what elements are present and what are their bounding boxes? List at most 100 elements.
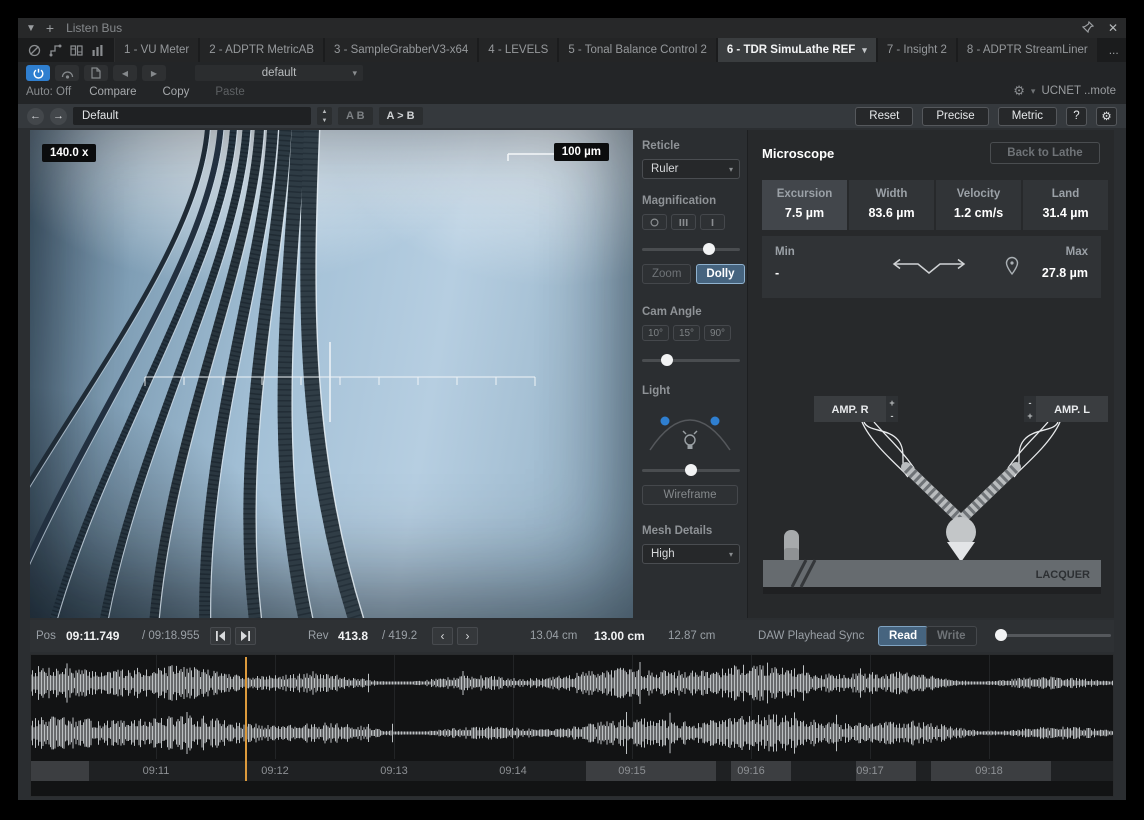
wireframe-button[interactable]: Wireframe (642, 485, 738, 505)
skip-to-end-button[interactable] (235, 627, 256, 645)
routing-icon[interactable] (49, 44, 62, 57)
bypass-all-icon[interactable] (28, 44, 41, 57)
amp-r-label: AMP. R (831, 404, 868, 416)
power-button[interactable] (26, 65, 50, 81)
stat-velocity[interactable]: Velocity 1.2 cm/s (936, 180, 1021, 230)
zoom-button[interactable]: Zoom (642, 264, 692, 284)
light-source-left[interactable] (660, 416, 670, 426)
help-button[interactable]: ? (1066, 106, 1087, 126)
stat-land[interactable]: Land 31.4 µm (1023, 180, 1108, 230)
light-intensity-slider[interactable] (642, 463, 740, 477)
inserts-icon[interactable] (70, 44, 83, 57)
channel-tools (18, 38, 115, 62)
tab-tdr-simulathe[interactable]: 6 - TDR SimuLathe REF ▾ (717, 38, 877, 62)
light-source-right[interactable] (710, 416, 720, 426)
cutter-stylus-tip (947, 542, 975, 562)
pin-icon[interactable] (1081, 20, 1095, 36)
magnification-slider[interactable] (642, 242, 740, 256)
tab-label: 6 - TDR SimuLathe REF (726, 44, 856, 56)
cam-angle-slider[interactable] (642, 353, 740, 367)
sidechain-icon[interactable] (55, 65, 79, 81)
microscope-3d-viewport[interactable]: 140.0 x 100 µm (30, 130, 633, 618)
close-icon[interactable]: ✕ (1108, 21, 1118, 35)
precise-button[interactable]: Precise (922, 106, 989, 126)
cam-angle-10-button[interactable]: 10° (642, 325, 669, 341)
timeline-ruler[interactable]: 09:11 09:12 09:13 09:14 09:15 09:16 09:1… (31, 761, 1113, 781)
chevron-down-icon[interactable]: ▾ (1031, 86, 1036, 97)
copy-button[interactable]: Copy (163, 86, 190, 98)
ucnet-remote-label[interactable]: UCNET ..mote (1041, 85, 1116, 97)
window-menu-caret-icon[interactable]: ▼ (26, 23, 36, 34)
preset-spinner[interactable]: ▲ ▼ (317, 107, 332, 125)
slider-thumb[interactable] (994, 629, 1007, 641)
chevron-down-icon: ▾ (352, 67, 357, 78)
window-titlebar: ▼ + Listen Bus ✕ (18, 18, 1126, 38)
tab-overflow-button[interactable]: ... (1099, 38, 1126, 62)
chevron-down-icon: ▾ (728, 164, 733, 174)
reticle-select[interactable]: Ruler ▾ (642, 159, 740, 179)
amp-r-button[interactable]: AMP. R + - (814, 396, 898, 422)
copy-a-to-b-button[interactable]: A > B (378, 107, 423, 125)
write-button[interactable]: Write (926, 626, 977, 646)
pos-label: Pos (36, 630, 56, 642)
skip-to-start-button[interactable] (210, 627, 231, 645)
rev-value[interactable]: 413.8 (338, 629, 368, 643)
lamp-icon (682, 430, 698, 449)
reset-button[interactable]: Reset (855, 106, 914, 126)
daw-playhead-sync-label: DAW Playhead Sync (758, 630, 865, 642)
waveform-display[interactable]: 09:11 09:12 09:13 09:14 09:15 09:16 09:1… (30, 654, 1114, 797)
playhead-cursor[interactable] (245, 657, 247, 781)
pos-value[interactable]: 09:11.749 (66, 629, 119, 643)
paste-button[interactable]: Paste (215, 86, 244, 98)
preset-dropdown[interactable]: default ▾ (195, 65, 363, 81)
slider-thumb[interactable] (661, 354, 674, 366)
spinner-up-icon[interactable]: ▲ (317, 107, 332, 116)
reticle-select-value: Ruler (651, 163, 679, 175)
cutter-head-diagram: AMP. R + - AMP. L - + LACQUER (763, 396, 1108, 594)
cam-angle-90-button[interactable]: 90° (704, 325, 731, 341)
slider-thumb[interactable] (685, 464, 697, 476)
preset-file-icon[interactable] (84, 65, 108, 81)
prev-rev-button[interactable]: ‹ (432, 627, 453, 645)
read-button[interactable]: Read (878, 626, 929, 646)
add-tab-button[interactable]: + (46, 20, 54, 36)
tab-vu-meter[interactable]: 1 - VU Meter (115, 38, 200, 62)
tab-samplegrabber[interactable]: 3 - SampleGrabberV3-x64 (325, 38, 479, 62)
metric-button[interactable]: Metric (997, 106, 1057, 126)
stat-width[interactable]: Width 83.6 µm (849, 180, 934, 230)
mag-mode-circle-button[interactable] (642, 214, 667, 230)
location-pin-icon[interactable] (1004, 256, 1020, 276)
preset-dropdown-value: default (261, 67, 297, 79)
mag-mode-bars-button[interactable] (671, 214, 696, 230)
compare-button[interactable]: Compare (89, 86, 136, 98)
preset-name-field[interactable]: Default (73, 107, 311, 125)
spinner-down-icon[interactable]: ▼ (317, 116, 332, 125)
mesh-details-select[interactable]: High ▾ (642, 544, 740, 564)
tab-adptr-metricab[interactable]: 2 - ADPTR MetricAB (200, 38, 324, 62)
mag-mode-single-bar-button[interactable] (700, 214, 725, 230)
next-rev-button[interactable]: › (457, 627, 478, 645)
cam-angle-15-button[interactable]: 15° (673, 325, 700, 341)
slider-thumb[interactable] (702, 243, 715, 255)
prev-preset-button[interactable]: ◀ (113, 65, 137, 81)
plugin-settings-button[interactable]: ⚙ (1096, 106, 1117, 126)
nav-back-button[interactable]: ← (27, 107, 44, 125)
stat-excursion[interactable]: Excursion 7.5 µm (762, 180, 847, 230)
waveform-zoom-slider[interactable] (994, 629, 1111, 643)
amp-l-button[interactable]: AMP. L - + (1024, 396, 1108, 422)
next-preset-button[interactable]: ▶ (142, 65, 166, 81)
tab-tonal-balance[interactable]: 5 - Tonal Balance Control 2 (559, 38, 717, 62)
tab-insight[interactable]: 7 - Insight 2 (877, 38, 957, 62)
back-to-lathe-button[interactable]: Back to Lathe (990, 142, 1100, 164)
time-tick: 09:12 (261, 765, 289, 777)
nav-forward-button[interactable]: → (50, 107, 67, 125)
automation-mode-label[interactable]: Auto: Off (26, 86, 71, 98)
light-position-widget[interactable] (642, 404, 738, 454)
meter-icon[interactable] (91, 44, 104, 57)
settings-gear-icon[interactable]: ⚙ (1013, 83, 1025, 99)
tab-levels[interactable]: 4 - LEVELS (479, 38, 559, 62)
light-label: Light (642, 385, 671, 397)
tab-adptr-streamliner[interactable]: 8 - ADPTR StreamLiner (957, 38, 1098, 62)
ab-compare-button[interactable]: A B (338, 107, 373, 125)
dolly-button[interactable]: Dolly (696, 264, 745, 284)
